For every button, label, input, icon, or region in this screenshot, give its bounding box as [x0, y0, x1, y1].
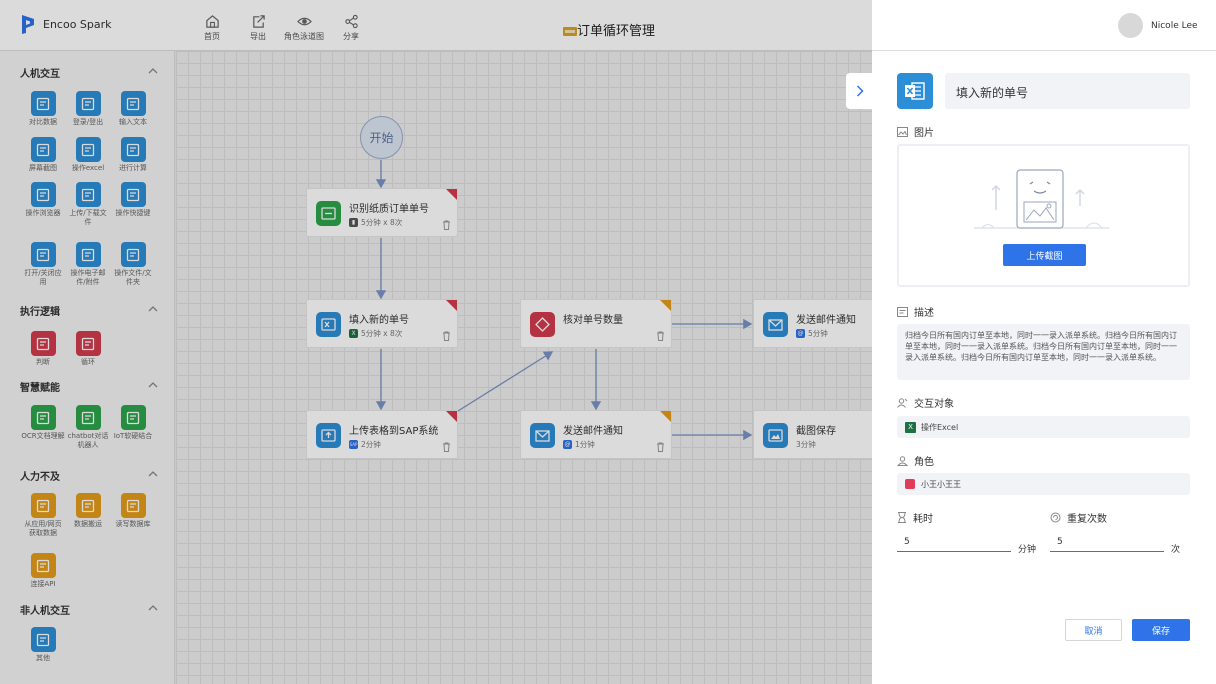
repeat-icon [1050, 512, 1061, 523]
image-icon [897, 126, 908, 137]
role-color-swatch [905, 479, 915, 489]
cancel-button[interactable]: 取消 [1065, 619, 1122, 641]
description-textarea[interactable]: 归档今日所有国内订单至本地，同时一一录入派单系统。归档今日所有国内订单至本地，同… [897, 324, 1190, 380]
node-name-input[interactable]: 填入新的单号 [945, 73, 1190, 109]
upload-screenshot-button[interactable]: 上传截图 [1003, 244, 1086, 266]
duration-unit: 分钟 [1018, 545, 1037, 555]
target-select[interactable]: X 操作Excel [897, 416, 1190, 438]
target-value: 操作Excel [921, 422, 959, 432]
duration-label-text: 耗时 [913, 514, 933, 525]
duration-input[interactable]: 5 [897, 534, 1011, 552]
user-menu[interactable]: Nicole Lee [1118, 13, 1198, 38]
excel-badge-icon: X [905, 421, 916, 433]
role-section-label: 角色 [897, 453, 934, 468]
empty-image-illustration [974, 169, 1109, 229]
repeat-section-label: 重复次数 [1050, 510, 1107, 525]
repeat-input[interactable]: 5 [1050, 534, 1164, 552]
target-section-label: 交互对象 [897, 395, 954, 410]
user-target-icon [897, 397, 908, 408]
role-select[interactable]: 小王小王王 [897, 473, 1190, 495]
role-label-text: 角色 [914, 457, 934, 468]
image-section-label: 图片 [897, 124, 934, 139]
user-name: Nicole Lee [1151, 20, 1198, 31]
chevron-right-icon [856, 85, 864, 97]
role-value: 小王小王王 [921, 479, 961, 489]
collapse-panel-button[interactable] [846, 73, 873, 109]
person-icon [897, 455, 908, 466]
excel-icon [897, 73, 933, 109]
image-upload-area[interactable]: 上传截图 [897, 144, 1190, 287]
avatar [1118, 13, 1143, 38]
duration-section-label: 耗时 [897, 510, 933, 525]
hourglass-icon [898, 512, 906, 523]
description-icon [897, 306, 908, 317]
node-detail-panel: 填入新的单号 图片 上传截图 描述 归档今日所有国内订单至本地，同时一一录入派单… [872, 51, 1216, 684]
modal-backdrop[interactable] [0, 0, 872, 684]
image-label-text: 图片 [914, 128, 934, 139]
target-label-text: 交互对象 [914, 399, 954, 410]
save-button[interactable]: 保存 [1132, 619, 1190, 641]
repeat-label-text: 重复次数 [1067, 514, 1107, 525]
desc-label-text: 描述 [914, 308, 934, 319]
repeat-unit: 次 [1171, 545, 1181, 555]
desc-section-label: 描述 [897, 304, 934, 319]
